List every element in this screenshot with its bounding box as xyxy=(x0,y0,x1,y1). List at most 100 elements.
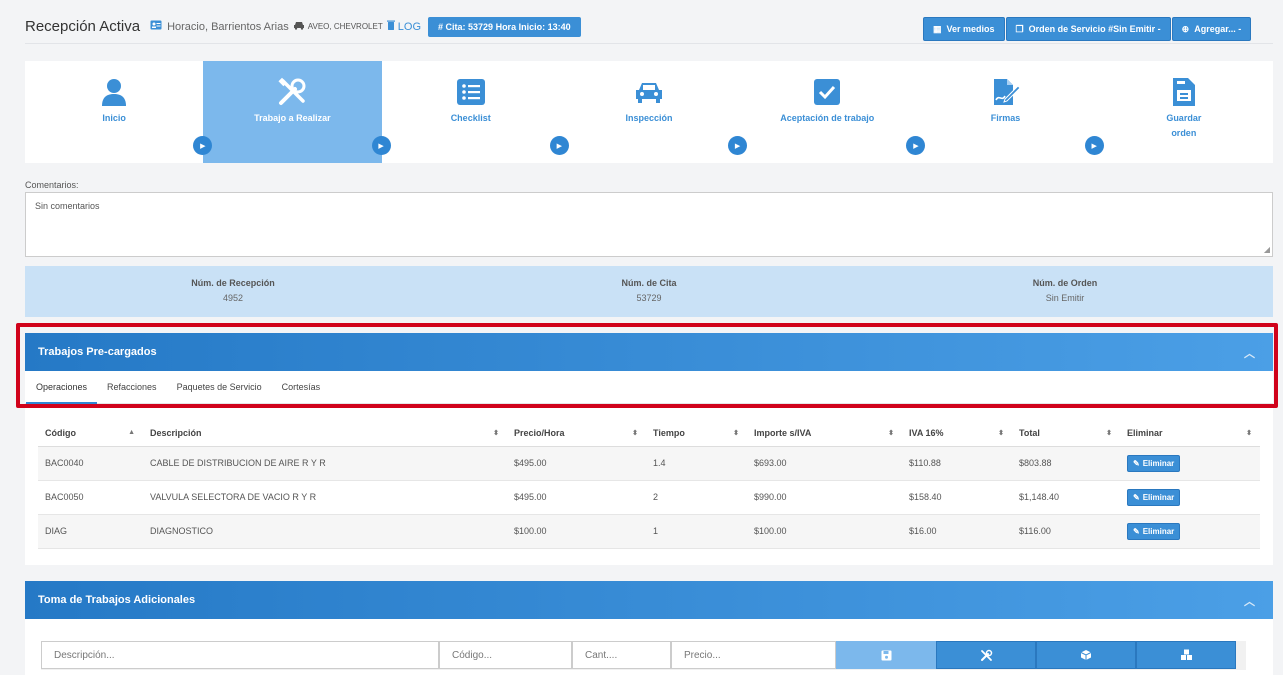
precio-input[interactable]: Precio... xyxy=(671,641,836,669)
plus-circle-icon: ⊕ xyxy=(1181,23,1190,34)
step-label: Checklist xyxy=(450,113,491,123)
highlight-box xyxy=(16,323,1278,408)
step-label: Firmas xyxy=(990,113,1021,123)
table-row: BAC0050 VALVULA SELECTORA DE VACIO R Y R… xyxy=(38,480,1260,515)
page-title: Recepción Activa xyxy=(25,18,141,35)
step-arrow-icon: ▶ xyxy=(728,136,748,155)
step-aceptacion[interactable]: Aceptación de trabajo ▶ xyxy=(738,61,926,163)
add-operation-button[interactable] xyxy=(936,641,1036,669)
add-package-button[interactable] xyxy=(1136,641,1236,669)
tools-icon xyxy=(980,649,992,661)
cell-importe: $990.00 xyxy=(747,480,902,515)
table-row: DIAG DIAGNOSTICO $100.00 1 $100.00 $16.0… xyxy=(38,514,1260,549)
col-label: Descripción xyxy=(150,428,202,439)
col-tiempo[interactable]: Tiempo ⬍ xyxy=(646,421,747,447)
cell-tiempo: 1 xyxy=(646,514,747,549)
edit-icon: ✎ xyxy=(1133,526,1140,536)
agregar-label: Agregar... - xyxy=(1194,24,1242,34)
col-iva[interactable]: IVA 16% ⬍ xyxy=(902,421,1012,447)
step-label: Inspección xyxy=(625,113,673,123)
num-cita-value: 53729 xyxy=(636,293,662,303)
adicionales-title: Toma de Trabajos Adicionales xyxy=(38,594,196,606)
step-inicio[interactable]: Inicio ▶ xyxy=(25,61,213,163)
col-label: Total xyxy=(1019,428,1040,439)
codigo-input[interactable]: Código... xyxy=(439,641,572,669)
eliminar-button[interactable]: ✎ Eliminar xyxy=(1127,488,1181,506)
comments-textarea[interactable]: Sin comentarios ◢ xyxy=(25,192,1273,257)
customer-name: Horacio, Barrientos Arias xyxy=(167,20,289,33)
num-recepcion-value: 4952 xyxy=(222,293,244,303)
vehicle-model: AVEO, CHEVROLET xyxy=(307,22,383,31)
cell-precio: $100.00 xyxy=(507,514,646,549)
cell-total: $803.88 xyxy=(1012,446,1120,481)
orden-servicio-button[interactable]: ❐ Orden de Servicio #Sin Emitir - xyxy=(1005,17,1171,41)
step-checklist[interactable]: Checklist ▶ xyxy=(382,61,569,163)
numbers-band: Núm. de Recepción 4952 Núm. de Cita 5372… xyxy=(25,266,1273,317)
step-firmas[interactable]: Firmas ▶ xyxy=(916,61,1104,163)
grid-icon: ▦ xyxy=(933,23,942,34)
cell-importe: $100.00 xyxy=(747,514,902,549)
cantidad-input[interactable]: Cant.... xyxy=(572,641,671,669)
cell-descripcion: VALVULA SELECTORA DE VACIO R Y R xyxy=(143,480,507,515)
col-codigo[interactable]: Código ▲ xyxy=(38,421,143,447)
col-total[interactable]: Total ⬍ xyxy=(1012,421,1120,447)
log-label: LOG xyxy=(397,21,422,33)
wizard-steps: Inicio ▶ Trabajo a Realizar ▶ Checklist … xyxy=(25,61,1273,163)
save-button[interactable] xyxy=(836,641,936,669)
table-row: BAC0040 CABLE DE DISTRIBUCION DE AIRE R … xyxy=(38,446,1260,481)
cell-total: $116.00 xyxy=(1012,514,1120,549)
sort-icon: ⬍ xyxy=(493,430,499,437)
step-guardar-orden[interactable]: Guardar orden xyxy=(1095,61,1273,163)
cell-eliminar: ✎ Eliminar xyxy=(1120,480,1260,515)
cell-iva: $158.40 xyxy=(902,480,1012,515)
cell-tiempo: 1.4 xyxy=(646,446,747,481)
cell-importe: $693.00 xyxy=(747,446,902,481)
agregar-button[interactable]: ⊕ Agregar... - xyxy=(1171,17,1252,41)
sort-icon: ⬍ xyxy=(998,430,1004,437)
col-label: Precio/Hora xyxy=(514,428,565,439)
edit-icon: ✎ xyxy=(1133,492,1140,502)
num-cita: Núm. de Cita 53729 xyxy=(441,266,857,317)
num-orden: Núm. de Orden Sin Emitir xyxy=(857,266,1273,317)
adicionales-header[interactable]: Toma de Trabajos Adicionales ︿ xyxy=(25,581,1273,619)
cell-codigo: DIAG xyxy=(38,514,143,549)
eliminar-label: Eliminar xyxy=(1142,526,1175,536)
resize-grip-icon[interactable]: ◢ xyxy=(1264,245,1270,254)
car-icon xyxy=(293,21,305,33)
chevron-up-icon[interactable]: ︿ xyxy=(1244,593,1255,609)
car-icon xyxy=(634,77,664,107)
save-icon xyxy=(881,650,891,660)
step-inspeccion[interactable]: Inspección ▶ xyxy=(560,61,748,163)
col-precio[interactable]: Precio/Hora ⬍ xyxy=(507,421,646,447)
sort-asc-icon: ▲ xyxy=(128,429,135,436)
col-label: Código xyxy=(45,428,76,439)
step-label: Trabajo a Realizar xyxy=(254,113,331,123)
ver-medios-button[interactable]: ▦ Ver medios xyxy=(923,17,1005,41)
cubes-icon xyxy=(1180,649,1192,660)
sort-icon: ⬍ xyxy=(888,430,894,437)
step-arrow-icon: ▶ xyxy=(1084,136,1104,155)
cell-descripcion: CABLE DE DISTRIBUCION DE AIRE R Y R xyxy=(143,446,507,481)
user-icon xyxy=(99,77,129,107)
col-label: Tiempo xyxy=(653,428,685,439)
eliminar-button[interactable]: ✎ Eliminar xyxy=(1127,522,1181,540)
step-label: Guardar orden xyxy=(1166,113,1202,138)
descripcion-input[interactable]: Descripción... xyxy=(41,641,439,669)
trash-icon xyxy=(386,20,395,30)
log-link[interactable]: LOG xyxy=(386,20,422,33)
col-descripcion[interactable]: Descripción ⬍ xyxy=(143,421,507,447)
eliminar-button[interactable]: ✎ Eliminar xyxy=(1127,454,1181,472)
step-trabajo-a-realizar[interactable]: Trabajo a Realizar ▶ xyxy=(203,61,391,163)
col-importe[interactable]: Importe s/IVA ⬍ xyxy=(747,421,902,447)
id-card-icon xyxy=(150,20,162,33)
sort-icon: ⬍ xyxy=(1246,430,1252,437)
header-actions: ▦ Ver medios ❐ Orden de Servicio #Sin Em… xyxy=(922,17,1252,41)
copy-icon: ❐ xyxy=(1015,23,1024,34)
cell-precio: $495.00 xyxy=(507,480,646,515)
cell-tiempo: 2 xyxy=(646,480,747,515)
col-eliminar[interactable]: Eliminar ⬍ xyxy=(1120,421,1260,447)
col-label: Eliminar xyxy=(1127,428,1163,439)
list-icon xyxy=(456,77,486,107)
num-cita-label: Núm. de Cita xyxy=(621,278,677,288)
add-part-button[interactable] xyxy=(1036,641,1136,669)
